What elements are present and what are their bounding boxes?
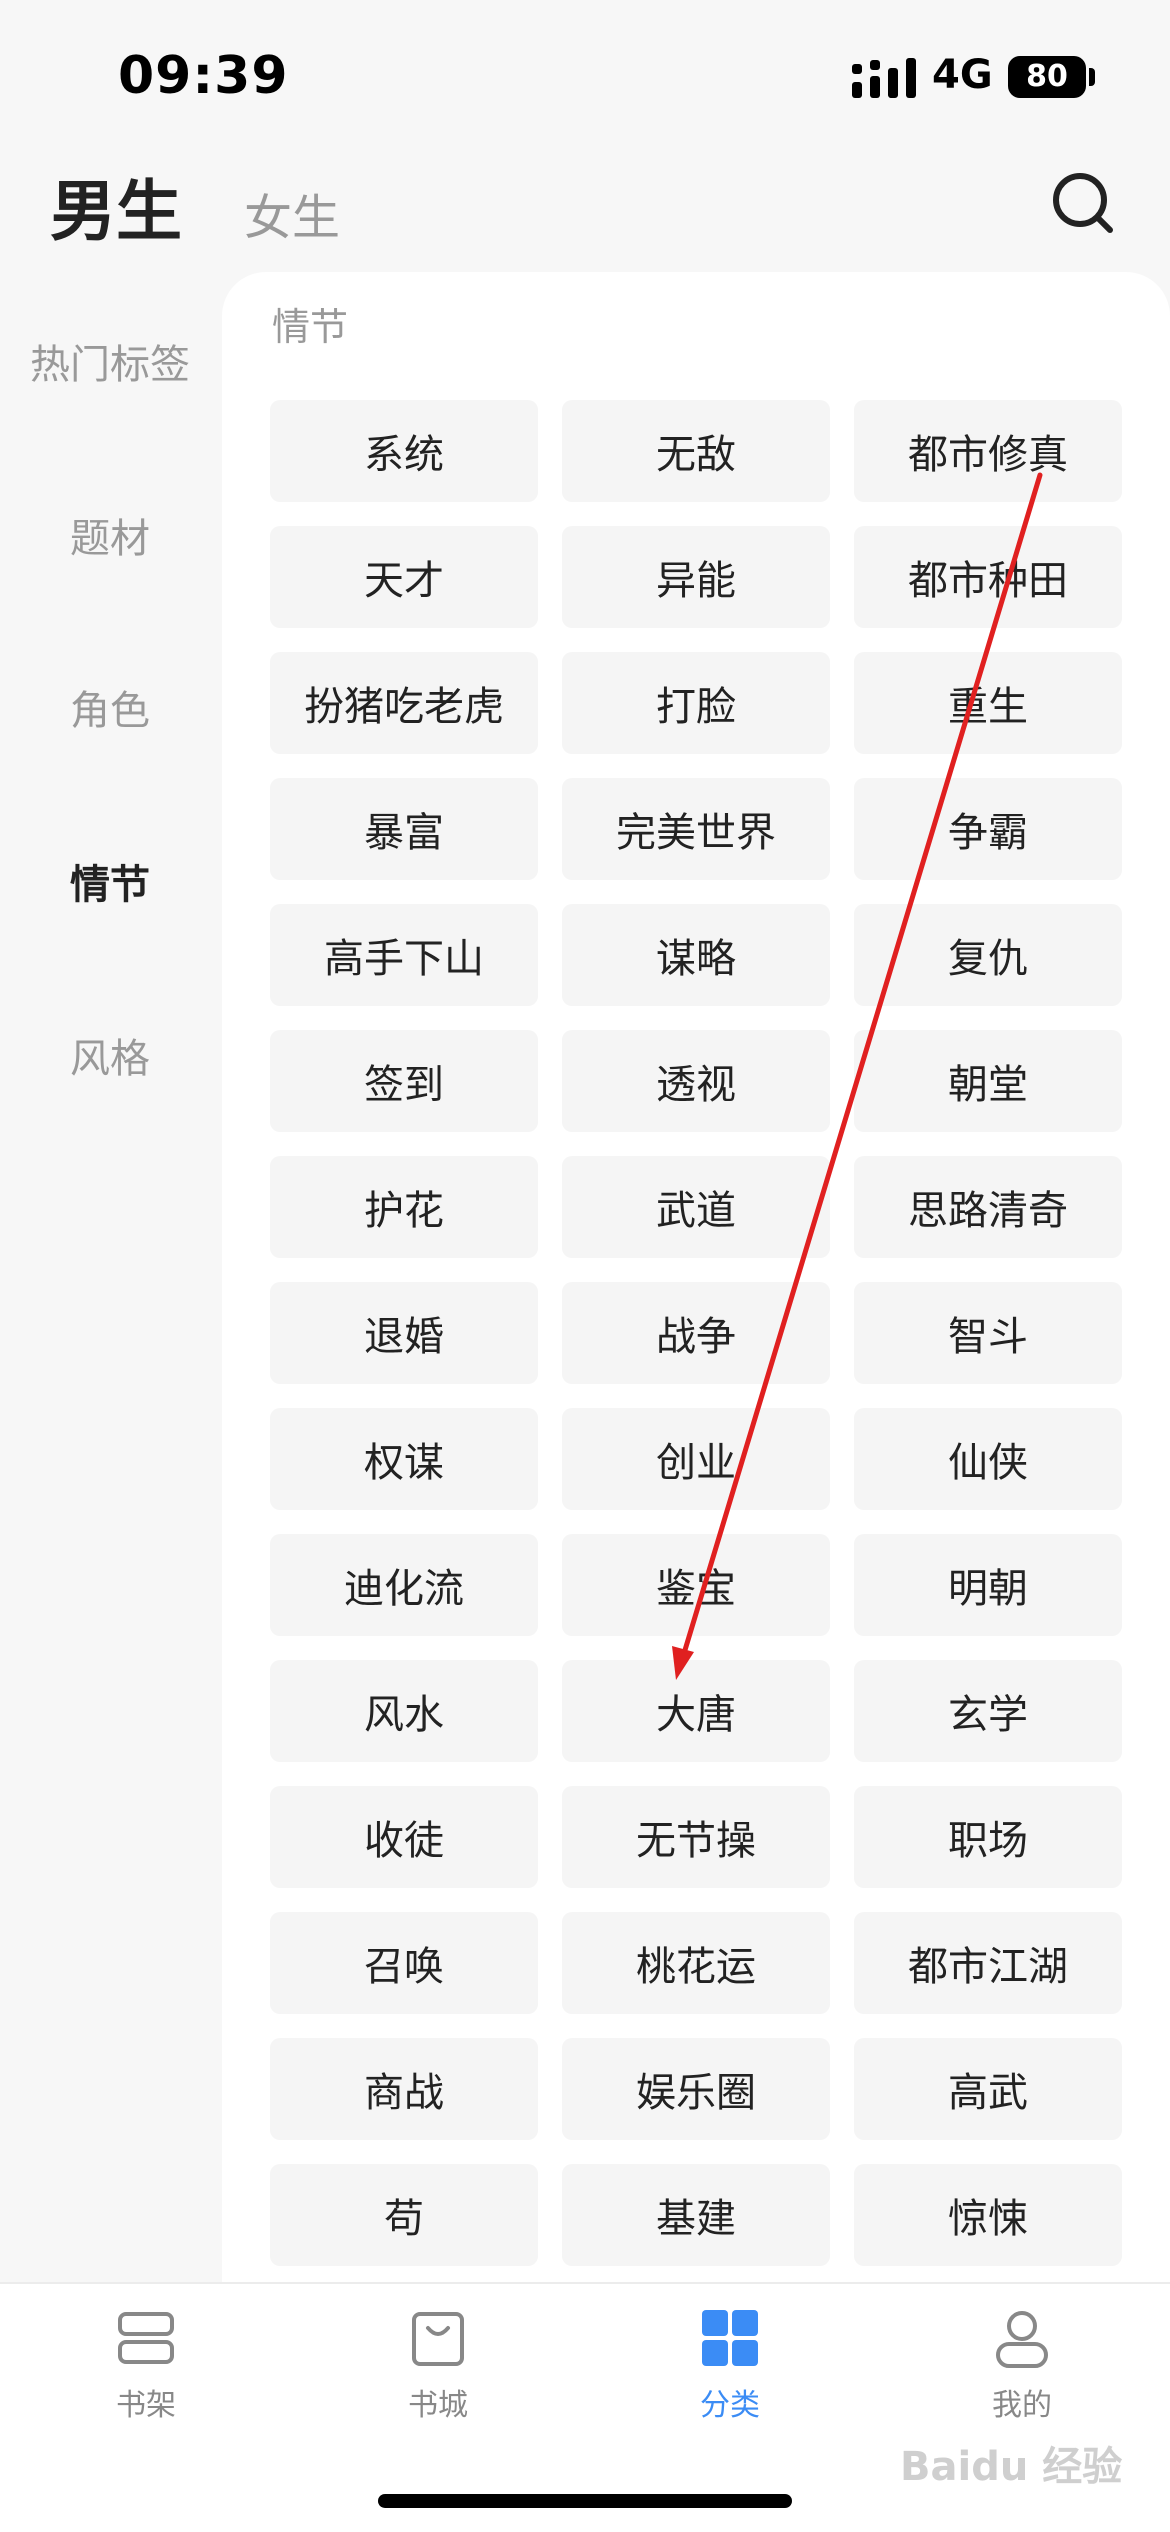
nav-category[interactable]: 分类 [630,2306,830,2424]
tag-button[interactable]: 迪化流 [270,1534,538,1636]
bookshelf-icon [118,2312,174,2364]
tag-button[interactable]: 无敌 [562,400,830,502]
status-time: 09:39 [118,46,289,106]
nav-bookshelf[interactable]: 书架 [46,2306,246,2424]
tag-button[interactable]: 鉴宝 [562,1534,830,1636]
tag-button[interactable]: 仙侠 [854,1408,1122,1510]
watermark: Baidu 经验 [900,2444,1123,2490]
tag-button[interactable]: 大唐 [562,1660,830,1762]
battery-icon: 80 [1008,56,1086,98]
tag-button[interactable]: 职场 [854,1786,1122,1888]
network-type: 4G [932,52,993,98]
nav-label-profile: 我的 [992,2388,1052,2423]
status-bar: 09:39 4G 80 [0,0,1170,150]
tag-button[interactable]: 完美世界 [562,778,830,880]
tag-button[interactable]: 商战 [270,2038,538,2140]
tag-button[interactable]: 谋略 [562,904,830,1006]
tag-button[interactable]: 朝堂 [854,1030,1122,1132]
nav-label-bookstore: 书城 [408,2388,468,2423]
tag-button[interactable]: 玄学 [854,1660,1122,1762]
tag-button[interactable]: 权谋 [270,1408,538,1510]
bottom-nav: 书架 书城 分类 我的 Baidu 经验 [0,2282,1170,2532]
tag-button[interactable]: 风水 [270,1660,538,1762]
nav-label-category: 分类 [700,2388,760,2423]
header: 男生 女生 [0,150,1170,270]
tag-button[interactable]: 基建 [562,2164,830,2266]
category-grid-icon [702,2310,758,2366]
tag-button[interactable]: 退婚 [270,1282,538,1384]
tag-button[interactable]: 娱乐圈 [562,2038,830,2140]
tag-button[interactable]: 高手下山 [270,904,538,1006]
tag-button[interactable]: 扮猪吃老虎 [270,652,538,754]
tag-button[interactable]: 桃花运 [562,1912,830,2014]
tag-button[interactable]: 系统 [270,400,538,502]
tag-button[interactable]: 召唤 [270,1912,538,2014]
tag-button[interactable]: 惊悚 [854,2164,1122,2266]
battery-tip [1089,68,1095,86]
tag-button[interactable]: 武道 [562,1156,830,1258]
tag-button[interactable]: 苟 [270,2164,538,2266]
tag-button[interactable]: 高武 [854,2038,1122,2140]
tag-button[interactable]: 都市种田 [854,526,1122,628]
sidebar-item-plot[interactable]: 情节 [0,852,220,910]
tag-button[interactable]: 思路清奇 [854,1156,1122,1258]
sidebar-item-theme[interactable]: 题材 [0,506,220,564]
tag-button[interactable]: 智斗 [854,1282,1122,1384]
tag-button[interactable]: 争霸 [854,778,1122,880]
nav-profile[interactable]: 我的 [922,2306,1122,2424]
tag-button[interactable]: 签到 [270,1030,538,1132]
tag-button[interactable]: 暴富 [270,778,538,880]
tag-button[interactable]: 都市江湖 [854,1912,1122,2014]
tag-button[interactable]: 都市修真 [854,400,1122,502]
tab-female[interactable]: 女生 [244,178,340,248]
tag-button[interactable]: 打脸 [562,652,830,754]
profile-icon [996,2311,1048,2368]
nav-label-bookshelf: 书架 [116,2388,176,2423]
tag-button[interactable]: 重生 [854,652,1122,754]
tag-button[interactable]: 异能 [562,526,830,628]
sidebar-item-role[interactable]: 角色 [0,678,220,736]
home-indicator [378,2494,792,2508]
tag-button[interactable]: 复仇 [854,904,1122,1006]
tag-panel: 情节 系统 无敌 都市修真 天才 异能 都市种田 扮猪吃老虎 打脸 重生 暴富 … [222,272,1170,2282]
signal-strength-icon [852,58,916,98]
tag-button[interactable]: 战争 [562,1282,830,1384]
sidebar-item-hot-tags[interactable]: 热门标签 [0,332,220,390]
tag-button[interactable]: 天才 [270,526,538,628]
bookstore-bag-icon [412,2312,464,2366]
tag-button[interactable]: 无节操 [562,1786,830,1888]
tag-button[interactable]: 明朝 [854,1534,1122,1636]
tab-male[interactable]: 男生 [50,158,182,254]
nav-bookstore[interactable]: 书城 [338,2306,538,2424]
tag-button[interactable]: 收徒 [270,1786,538,1888]
tag-button[interactable]: 创业 [562,1408,830,1510]
section-title: 情节 [272,305,349,349]
search-icon[interactable] [1050,170,1116,236]
tag-button[interactable]: 透视 [562,1030,830,1132]
tag-button[interactable]: 护花 [270,1156,538,1258]
tag-grid: 系统 无敌 都市修真 天才 异能 都市种田 扮猪吃老虎 打脸 重生 暴富 完美世… [270,400,1122,2266]
sidebar-item-style[interactable]: 风格 [0,1026,220,1084]
